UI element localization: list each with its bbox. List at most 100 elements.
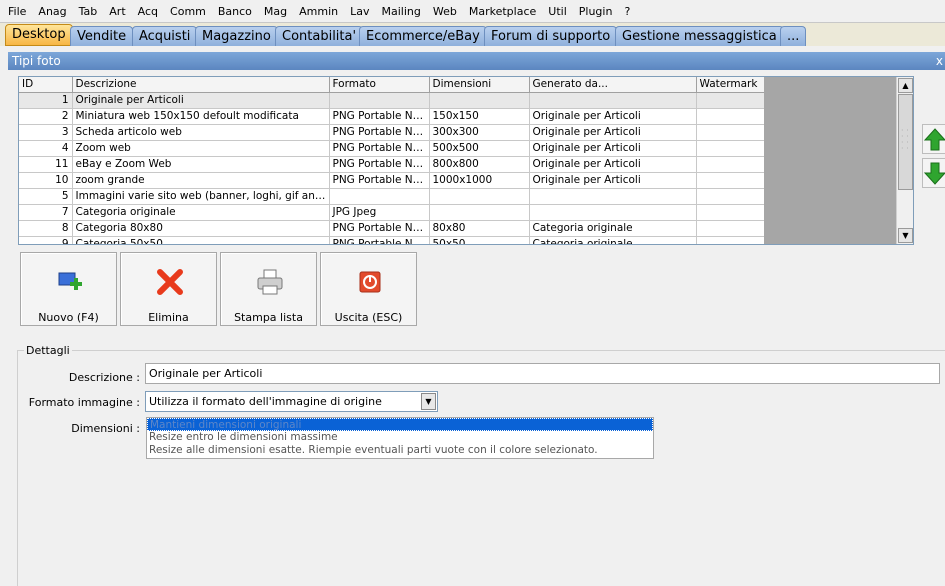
delete-button[interactable]: Elimina bbox=[120, 252, 217, 326]
tab-acquisti[interactable]: Acquisti bbox=[132, 26, 198, 46]
tab-magazzino[interactable]: Magazzino bbox=[195, 26, 278, 46]
menu-item--[interactable]: ? bbox=[618, 5, 636, 18]
table-cell: 1000x1000 bbox=[429, 172, 530, 189]
table-cell bbox=[529, 92, 697, 109]
table-row[interactable]: 8 Categoria 80x80 PNG Portable Ne... 80x80 C… bbox=[19, 220, 765, 237]
tab-ecommerce-ebay[interactable]: Ecommerce/eBay bbox=[359, 26, 487, 46]
column-header[interactable]: Dimensioni bbox=[429, 77, 530, 93]
table-cell: PNG Portable Ne... bbox=[329, 108, 430, 125]
table-cell: 50x50 bbox=[429, 236, 530, 244]
scroll-up-button[interactable]: ▲ bbox=[898, 78, 913, 93]
tab-gestione-messaggistica[interactable]: Gestione messaggistica bbox=[615, 26, 784, 46]
window-title: Tipi foto bbox=[12, 54, 61, 68]
table-row[interactable]: 1 Originale per Articoli bbox=[19, 92, 765, 109]
dimensions-label: Dimensioni : bbox=[71, 422, 140, 435]
table-cell bbox=[696, 140, 765, 157]
move-down-button[interactable] bbox=[922, 158, 945, 188]
tab-contabilita[interactable]: Contabilita' bbox=[275, 26, 364, 46]
move-up-button[interactable] bbox=[922, 124, 945, 154]
table-cell: JPG Jpeg bbox=[329, 204, 430, 221]
image-format-label: Formato immagine : bbox=[28, 396, 140, 409]
description-input[interactable]: Originale per Articoli bbox=[145, 363, 940, 384]
menu-item-comm[interactable]: Comm bbox=[164, 5, 212, 18]
window-title-bar: Tipi foto x bbox=[8, 52, 945, 70]
table-row[interactable]: 3 Scheda articolo web PNG Portable Ne... 30… bbox=[19, 124, 765, 141]
exit-button-label: Uscita (ESC) bbox=[334, 311, 403, 324]
menu-item-anag[interactable]: Anag bbox=[32, 5, 72, 18]
table-cell: 800x800 bbox=[429, 156, 530, 173]
menu-item-mailing[interactable]: Mailing bbox=[376, 5, 427, 18]
exit-button[interactable]: Uscita (ESC) bbox=[320, 252, 417, 326]
tab-desktop[interactable]: Desktop bbox=[5, 24, 73, 46]
table-cell: 1 bbox=[19, 92, 73, 109]
splitter-grip[interactable]: · · · · · · · · bbox=[901, 127, 911, 153]
grid-vertical-scrollbar[interactable]: ▲ ▼ bbox=[896, 77, 913, 244]
table-cell: zoom grande bbox=[72, 172, 330, 189]
table-row[interactable]: 2 Miniatura web 150x150 defoult modificat… bbox=[19, 108, 765, 125]
table-row[interactable]: 11 eBay e Zoom Web PNG Portable Ne... 800x8… bbox=[19, 156, 765, 173]
table-cell bbox=[329, 188, 430, 205]
table-row[interactable]: 9 Categoria 50x50 PNG Portable Ne... 50x50 C… bbox=[19, 236, 765, 244]
menu-item-lav[interactable]: Lav bbox=[344, 5, 375, 18]
table-cell bbox=[429, 188, 530, 205]
description-label: Descrizione : bbox=[68, 371, 140, 384]
table-cell: Categoria originale bbox=[529, 236, 697, 244]
menu-item-art[interactable]: Art bbox=[103, 5, 131, 18]
photo-types-grid[interactable]: ID Descrizione Formato Dimensioni Generato d… bbox=[18, 76, 914, 245]
dimensions-option[interactable]: Mantieni dimensioni originali bbox=[147, 418, 653, 431]
column-header[interactable]: ID bbox=[19, 77, 73, 93]
new-button[interactable]: Nuovo (F4) bbox=[20, 252, 117, 326]
arrow-down-icon bbox=[923, 162, 945, 185]
column-header[interactable]: Watermark bbox=[696, 77, 765, 93]
table-cell: Originale per Articoli bbox=[529, 172, 697, 189]
menu-bar: File Anag Tab Art Acq Comm Banco Mag Ammin Lav Mai… bbox=[0, 0, 945, 22]
table-row[interactable]: 10 zoom grande PNG Portable Ne... 1000x1000… bbox=[19, 172, 765, 189]
column-header[interactable]: Descrizione bbox=[72, 77, 330, 93]
menu-item-tab[interactable]: Tab bbox=[73, 5, 104, 18]
menu-item-web[interactable]: Web bbox=[427, 5, 463, 18]
column-header[interactable]: Generato da... bbox=[529, 77, 697, 93]
table-cell: PNG Portable Ne... bbox=[329, 236, 430, 244]
menu-item-acq[interactable]: Acq bbox=[132, 5, 164, 18]
menu-item-mag[interactable]: Mag bbox=[258, 5, 293, 18]
power-icon bbox=[359, 271, 381, 293]
image-format-select[interactable]: Utilizza il formato dell'immagine di ori… bbox=[145, 391, 438, 412]
table-cell bbox=[696, 92, 765, 109]
scroll-down-button[interactable]: ▼ bbox=[898, 228, 913, 243]
table-row[interactable]: 5 Immagini varie sito web (banner, loghi,… bbox=[19, 188, 765, 205]
dimensions-listbox[interactable]: Mantieni dimensioni originali Resize ent… bbox=[146, 417, 654, 459]
delete-button-label: Elimina bbox=[148, 311, 189, 324]
table-cell: Categoria 80x80 bbox=[72, 220, 330, 237]
dimensions-option[interactable]: Resize entro le dimensioni massime bbox=[147, 431, 653, 444]
table-cell bbox=[696, 236, 765, 244]
new-record-icon bbox=[58, 272, 82, 290]
table-cell: 11 bbox=[19, 156, 73, 173]
menu-item-plugin[interactable]: Plugin bbox=[573, 5, 619, 18]
table-cell: 5 bbox=[19, 188, 73, 205]
table-cell: eBay e Zoom Web bbox=[72, 156, 330, 173]
column-header[interactable]: Formato bbox=[329, 77, 430, 93]
menu-item-banco[interactable]: Banco bbox=[212, 5, 258, 18]
table-cell bbox=[529, 188, 697, 205]
tab-more[interactable]: ... bbox=[780, 26, 807, 46]
tab-vendite[interactable]: Vendite bbox=[70, 26, 134, 46]
dimensions-option[interactable]: Resize alle dimensioni esatte. Riempie e… bbox=[147, 444, 653, 457]
table-cell: Categoria originale bbox=[529, 220, 697, 237]
menu-item-marketplace[interactable]: Marketplace bbox=[463, 5, 542, 18]
table-cell: 10 bbox=[19, 172, 73, 189]
tab-forum-di-supporto[interactable]: Forum di supporto bbox=[484, 26, 618, 46]
details-legend: Dettagli bbox=[24, 344, 72, 357]
table-cell: 8 bbox=[19, 220, 73, 237]
close-window-button[interactable]: x bbox=[936, 52, 943, 70]
table-cell bbox=[429, 204, 530, 221]
table-cell: 80x80 bbox=[429, 220, 530, 237]
table-row[interactable]: 7 Categoria originale JPG Jpeg bbox=[19, 204, 765, 221]
print-list-button[interactable]: Stampa lista bbox=[220, 252, 317, 326]
chevron-down-icon[interactable]: ▼ bbox=[421, 393, 436, 410]
table-row[interactable]: 4 Zoom web PNG Portable Ne... 500x500 Origin… bbox=[19, 140, 765, 157]
delete-x-icon bbox=[157, 269, 183, 295]
menu-item-file[interactable]: File bbox=[2, 5, 32, 18]
menu-item-util[interactable]: Util bbox=[542, 5, 572, 18]
printer-icon bbox=[257, 269, 283, 295]
menu-item-ammin[interactable]: Ammin bbox=[293, 5, 344, 18]
